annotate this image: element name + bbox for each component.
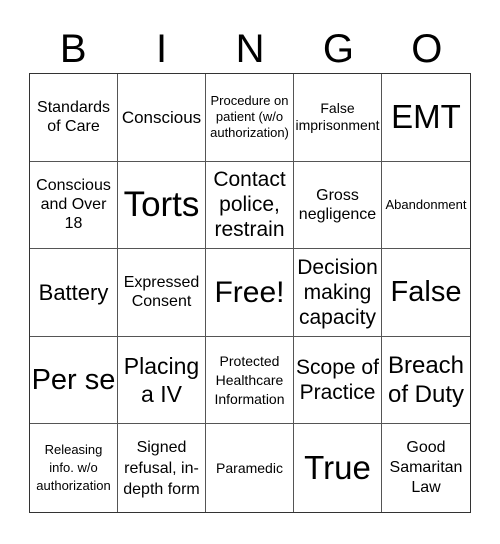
cell-text: Protected Healthcare Information xyxy=(214,352,285,407)
header-letter-o: O xyxy=(411,27,443,71)
bingo-grid: Standards of Care Conscious Procedure on… xyxy=(29,73,471,513)
bingo-cell[interactable]: Contact police, restrain xyxy=(206,161,294,250)
bingo-cell[interactable]: Breach of Duty xyxy=(382,337,470,425)
cell-text: Signed refusal, in-depth form xyxy=(123,438,200,498)
cell-text: Standards of Care xyxy=(37,99,110,136)
bingo-header: B I N G O xyxy=(29,26,471,72)
bingo-cell[interactable]: Torts xyxy=(118,161,206,250)
bingo-cell[interactable]: Conscious and Over 18 xyxy=(30,161,118,250)
bingo-cell[interactable]: Per se xyxy=(30,336,118,425)
cell-text: Contact police, restrain xyxy=(213,168,286,242)
bingo-cell[interactable]: Protected Healthcare Information xyxy=(206,336,294,425)
cell-text: Placing a IV xyxy=(123,353,200,408)
bingo-cell[interactable]: Gross negligence xyxy=(294,161,382,250)
header-letter-g: G xyxy=(322,27,354,71)
cell-text: Paramedic xyxy=(216,459,283,476)
header-letter-i: I xyxy=(156,27,168,71)
cell-text: Conscious and Over 18 xyxy=(36,177,111,233)
bingo-cell[interactable]: Expressed Consent xyxy=(118,249,206,337)
cell-text: Scope of Practice xyxy=(296,356,379,405)
cell-text: False xyxy=(390,276,462,309)
bingo-cell[interactable]: Conscious xyxy=(118,74,206,162)
bingo-cell[interactable]: True xyxy=(294,424,382,512)
bingo-cell[interactable]: False imprisonment xyxy=(294,74,382,162)
bingo-cell[interactable]: Releasing info. w/o authorization xyxy=(30,424,118,512)
cell-text: Per se xyxy=(31,364,116,397)
cell-text: Abandonment xyxy=(385,196,467,212)
cell-text: Gross negligence xyxy=(298,186,377,223)
header-letter-n: N xyxy=(235,27,265,71)
bingo-cell[interactable]: Paramedic xyxy=(206,424,294,512)
bingo-cell[interactable]: Good Samaritan Law xyxy=(382,424,470,512)
cell-text: Decision making capacity xyxy=(297,255,378,329)
bingo-cell[interactable]: Signed refusal, in-depth form xyxy=(118,424,206,512)
header-letter-b: B xyxy=(59,27,87,71)
cell-text: False imprisonment xyxy=(295,100,380,134)
cell-text: True xyxy=(304,449,371,487)
cell-text: Procedure on patient (w/o authorization) xyxy=(210,93,289,141)
free-space[interactable]: Free! xyxy=(206,249,294,337)
bingo-cell[interactable]: Standards of Care xyxy=(30,74,118,162)
bingo-cell[interactable]: Scope of Practice xyxy=(294,336,382,425)
bingo-cell[interactable]: Battery xyxy=(30,249,118,337)
bingo-cell[interactable]: False xyxy=(382,249,470,337)
cell-text: Expressed Consent xyxy=(123,274,200,311)
bingo-cell[interactable]: Decision making capacity xyxy=(294,249,382,337)
cell-text: Free! xyxy=(214,275,285,309)
cell-text: Releasing info. w/o authorization xyxy=(36,442,111,494)
bingo-cell[interactable]: Abandonment xyxy=(382,162,470,250)
bingo-cell[interactable]: Procedure on patient (w/o authorization) xyxy=(206,74,294,162)
cell-text: Breach of Duty xyxy=(387,352,465,409)
bingo-cell[interactable]: EMT xyxy=(382,74,470,162)
cell-text: Conscious xyxy=(121,107,202,127)
cell-text: Torts xyxy=(123,184,200,224)
cell-text: EMT xyxy=(391,98,461,136)
cell-text: Battery xyxy=(38,279,109,305)
bingo-cell[interactable]: Placing a IV xyxy=(118,336,206,425)
cell-text: Good Samaritan Law xyxy=(389,439,463,497)
